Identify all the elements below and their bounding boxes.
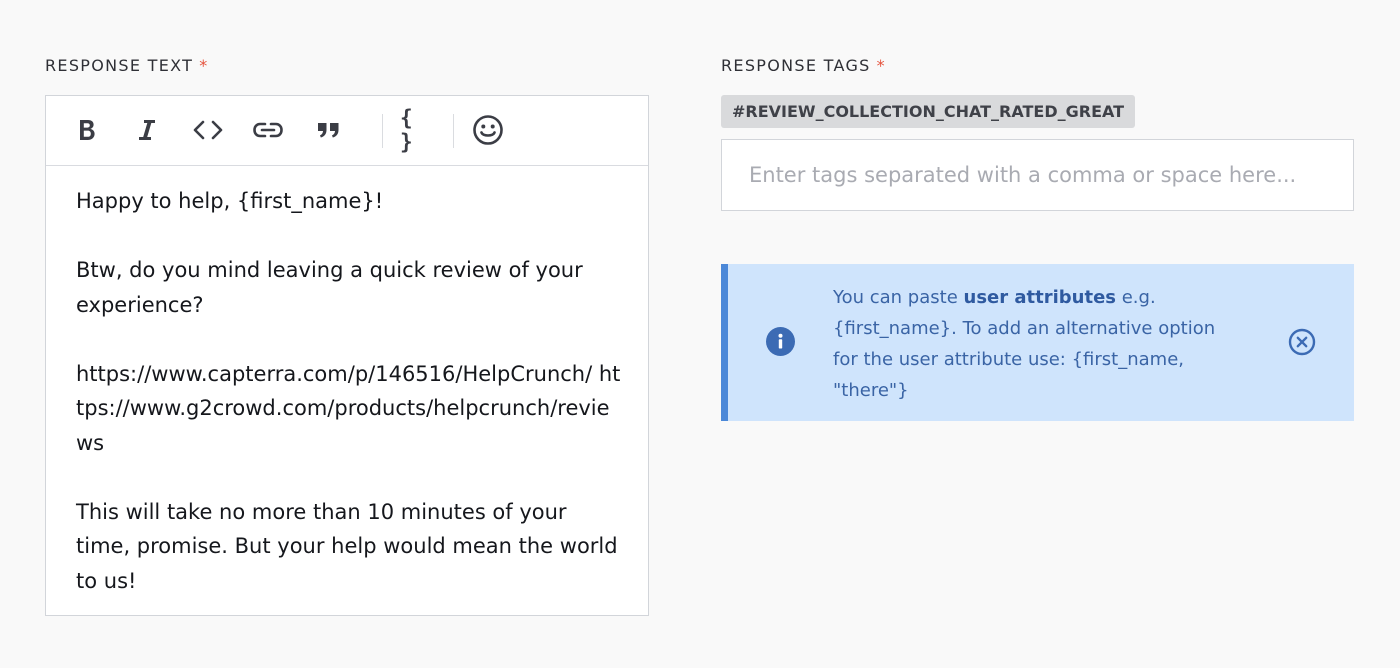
quote-icon (318, 123, 339, 138)
info-icon (766, 327, 795, 356)
info-message: You can paste user attributes e.g. {firs… (833, 282, 1228, 406)
info-text-bold: user attributes (963, 287, 1117, 308)
response-text-label: RESPONSE TEXT * (45, 56, 209, 75)
info-box: You can paste user attributes e.g. {firs… (721, 264, 1354, 421)
response-tags-label: RESPONSE TAGS * (721, 56, 886, 75)
editor-paragraph: This will take no more than 10 minutes o… (76, 499, 618, 593)
variable-braces-icon: { } (400, 106, 415, 154)
editor-content[interactable]: Happy to help, {first_name}! Btw, do you… (76, 184, 624, 598)
response-text-editor: { } Happy to help, {first_name}! Btw, do… (45, 95, 649, 616)
link-button[interactable] (250, 113, 286, 147)
quote-button[interactable] (311, 113, 347, 147)
response-tags-label-text: RESPONSE TAGS (721, 56, 871, 75)
italic-icon (139, 120, 155, 140)
response-text-label-text: RESPONSE TEXT (45, 56, 194, 75)
italic-button[interactable] (129, 113, 165, 147)
editor-paragraph: https://www.capterra.com/p/146516/HelpCr… (76, 361, 621, 455)
emoji-icon (473, 115, 503, 145)
editor-paragraph: Happy to help, {first_name}! (76, 189, 384, 213)
required-marker: * (199, 56, 209, 75)
tag-chip[interactable]: #REVIEW_COLLECTION_CHAT_RATED_GREAT (721, 95, 1136, 128)
required-marker: * (876, 56, 886, 75)
tags-input[interactable] (721, 139, 1354, 211)
editor-toolbar: { } (46, 96, 648, 166)
close-circle-icon[interactable] (1287, 327, 1317, 357)
code-icon (193, 120, 223, 140)
emoji-button[interactable] (470, 113, 506, 147)
link-icon (253, 122, 283, 138)
toolbar-divider (453, 114, 454, 148)
info-text-part: You can paste (833, 287, 964, 308)
code-button[interactable] (190, 113, 226, 147)
editor-paragraph: Btw, do you mind leaving a quick review … (76, 258, 583, 317)
bold-button[interactable] (69, 113, 105, 147)
bold-icon (80, 120, 95, 140)
toolbar-divider (382, 114, 383, 148)
insert-variable-button[interactable]: { } (400, 106, 440, 154)
